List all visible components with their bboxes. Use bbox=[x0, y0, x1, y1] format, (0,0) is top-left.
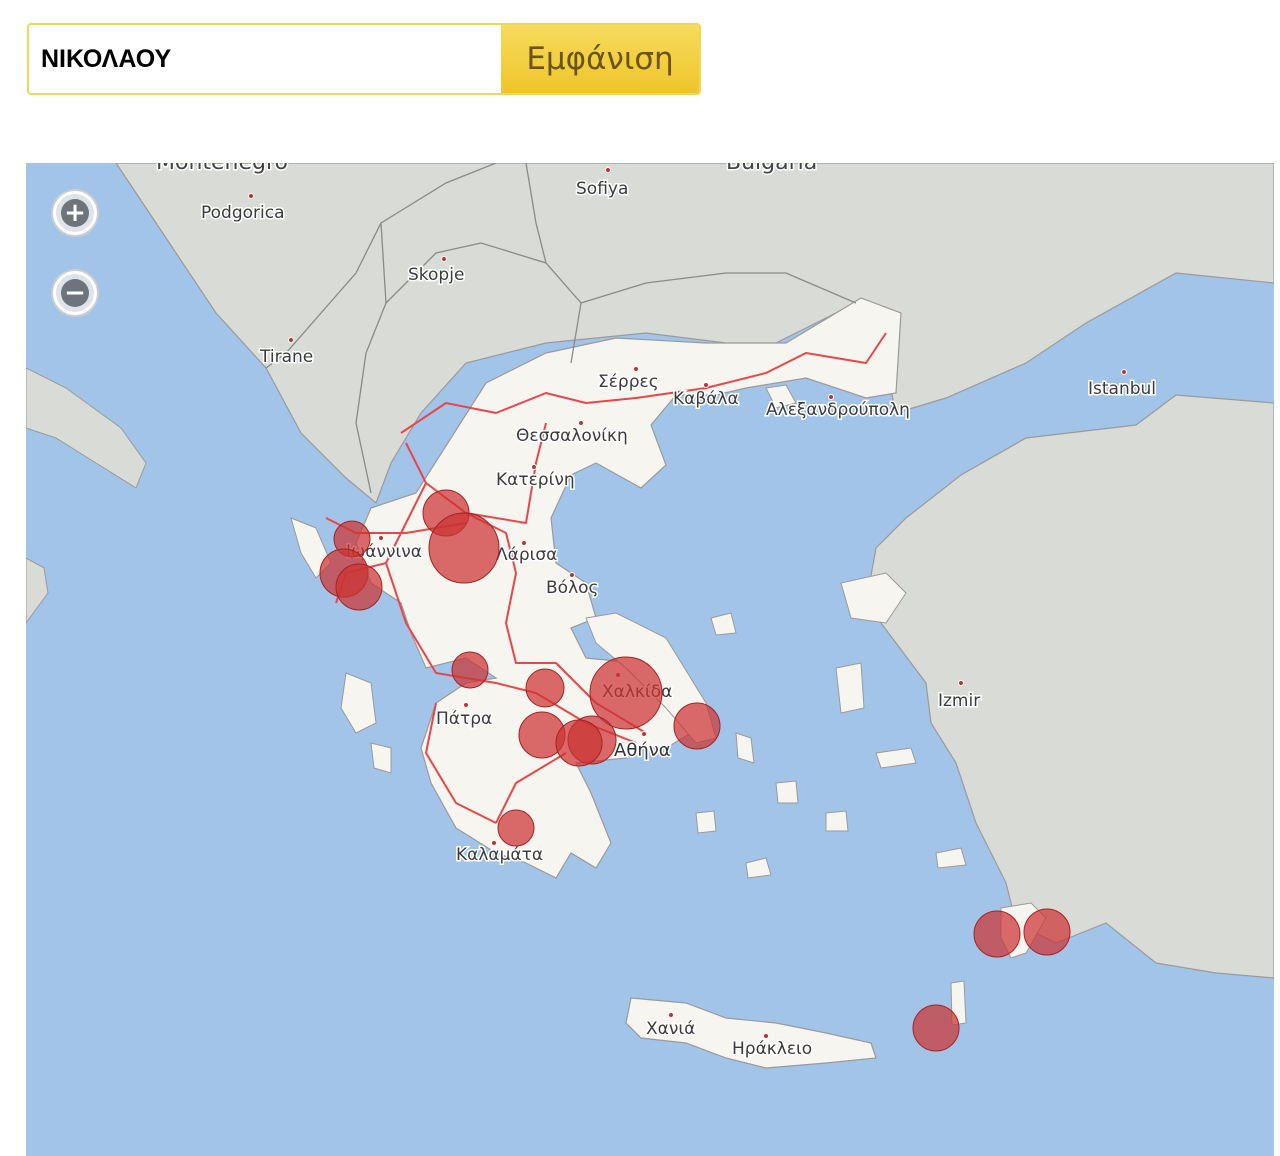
zoom-in-button[interactable]: + bbox=[53, 191, 97, 235]
map-canvas[interactable]: Montenegro Bulgaria Sofiya Podgorica Sko… bbox=[26, 163, 1274, 1156]
chios-island bbox=[835, 662, 865, 714]
cyclades-island-2 bbox=[775, 780, 799, 804]
marker[interactable] bbox=[973, 910, 1021, 958]
label-thessaloniki: Θεσσαλονίκη bbox=[516, 426, 628, 446]
plus-icon: + bbox=[61, 199, 89, 227]
label-alexandroupoli: Αλεξανδρούπολη bbox=[766, 400, 910, 420]
show-button[interactable]: Εμφάνιση bbox=[501, 25, 699, 93]
label-tirane: Tirane bbox=[259, 347, 313, 367]
minus-icon: − bbox=[61, 279, 89, 307]
label-sofiya: Sofiya bbox=[576, 179, 628, 199]
cyclades-island-3 bbox=[825, 810, 849, 832]
label-katerini: Κατερίνη bbox=[496, 470, 575, 490]
marker[interactable] bbox=[555, 719, 603, 767]
label-patra: Πάτρα bbox=[436, 709, 492, 729]
label-izmir: Izmir bbox=[938, 691, 980, 711]
label-volos: Βόλος bbox=[546, 578, 599, 598]
label-larisa: Λάρισα bbox=[496, 545, 557, 565]
label-kavala: Καβάλα bbox=[673, 389, 739, 409]
label-bulgaria: Bulgaria bbox=[726, 163, 817, 175]
label-serres: Σέρρες bbox=[598, 372, 659, 392]
label-montenegro: Montenegro bbox=[156, 163, 288, 175]
marker[interactable] bbox=[335, 563, 383, 611]
label-istanbul: Istanbul bbox=[1088, 379, 1156, 399]
cyclades-island-5 bbox=[695, 810, 717, 834]
marker[interactable] bbox=[428, 512, 500, 584]
label-athina: Αθήνα bbox=[614, 740, 671, 761]
label-podgorica: Podgorica bbox=[201, 203, 285, 223]
marker[interactable] bbox=[497, 809, 535, 847]
marker[interactable] bbox=[525, 668, 565, 708]
search-input[interactable] bbox=[29, 25, 501, 93]
marker[interactable] bbox=[1023, 908, 1071, 956]
marker[interactable] bbox=[912, 1004, 960, 1052]
search-bar: Εμφάνιση bbox=[27, 23, 701, 95]
zakynthos-island bbox=[370, 742, 392, 774]
map[interactable]: Montenegro Bulgaria Sofiya Podgorica Sko… bbox=[26, 163, 1274, 1156]
marker[interactable] bbox=[673, 702, 721, 750]
label-chania: Χανιά bbox=[646, 1019, 695, 1039]
label-kalamata: Καλαμάτα bbox=[456, 845, 543, 865]
label-irakleio: Ηράκλειο bbox=[732, 1039, 812, 1059]
label-skopje: Skopje bbox=[408, 265, 464, 285]
zoom-out-button[interactable]: − bbox=[53, 271, 97, 315]
marker[interactable] bbox=[451, 651, 489, 689]
